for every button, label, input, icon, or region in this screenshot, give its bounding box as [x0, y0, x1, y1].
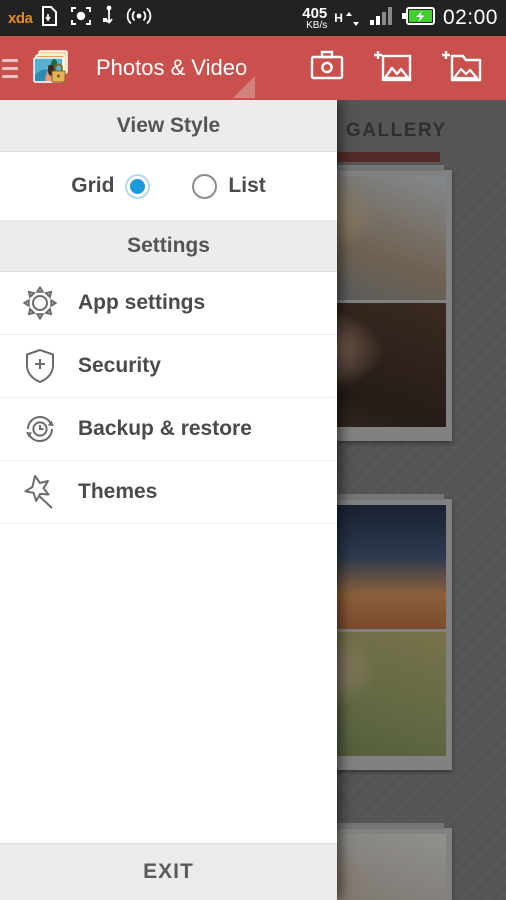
status-bar-clock: 02:00: [442, 6, 498, 29]
radio-list[interactable]: [192, 173, 218, 199]
usb-icon: [101, 5, 117, 32]
screenshot-icon: [70, 6, 92, 31]
add-album-button[interactable]: [442, 49, 482, 88]
shield-plus-icon: [12, 347, 68, 385]
radio-grid[interactable]: [125, 173, 151, 199]
view-style-header: View Style: [0, 100, 337, 152]
menu-item-label: Themes: [78, 480, 158, 503]
menu-item-label: Backup & restore: [78, 417, 252, 440]
menu-item-label: Security: [78, 354, 161, 377]
sdcard-usb-icon: [41, 5, 61, 32]
network-speed-value: 405: [302, 4, 328, 22]
data-transfer-arrows-icon: [345, 12, 359, 26]
menu-item-security[interactable]: Security: [0, 335, 337, 398]
title-overflow-triangle: [233, 76, 255, 98]
navigation-drawer: View Style Grid List Settings App settin…: [0, 97, 337, 900]
menu-item-label: App settings: [78, 291, 206, 314]
network-speed-indicator: 405 KB/s: [302, 6, 327, 31]
exit-button[interactable]: EXIT: [0, 843, 337, 900]
network-type-indicator: H: [334, 8, 362, 28]
settings-header: Settings: [0, 220, 337, 272]
photo-vault-app-icon: [30, 47, 72, 89]
app-root: xda 405 KB/s H 02:00 Photos & Video GALL…: [0, 0, 506, 900]
menu-item-backup-restore[interactable]: Backup & restore: [0, 398, 337, 461]
network-speed-unit: KB/s: [306, 19, 328, 31]
backup-restore-icon: [12, 410, 68, 448]
status-bar-left: xda: [8, 5, 152, 32]
view-style-option-grid[interactable]: Grid: [71, 173, 151, 199]
view-style-option-list[interactable]: List: [192, 173, 266, 199]
page-title: Photos & Video: [96, 55, 248, 80]
menu-item-themes[interactable]: Themes: [0, 461, 337, 524]
magic-wand-star-icon: [12, 472, 68, 512]
signal-bars-icon: [369, 6, 395, 31]
status-bar: xda 405 KB/s H 02:00: [0, 0, 506, 36]
hamburger-menu-icon[interactable]: [0, 58, 22, 78]
xda-brand-label: xda: [8, 9, 33, 27]
camera-button[interactable]: [310, 50, 344, 87]
status-bar-right: 405 KB/s H 02:00: [302, 6, 498, 31]
action-bar-actions: [310, 49, 506, 88]
drawer-empty-space: [0, 524, 337, 843]
network-type-label: H: [334, 10, 343, 25]
battery-charging-icon: [401, 6, 436, 31]
view-style-list-label: List: [228, 174, 266, 197]
menu-item-app-settings[interactable]: App settings: [0, 272, 337, 335]
view-style-options: Grid List: [0, 152, 337, 220]
gear-icon: [12, 284, 68, 322]
wifi-hotspot-icon: [126, 6, 152, 31]
view-style-grid-label: Grid: [71, 174, 115, 197]
add-photo-button[interactable]: [374, 49, 412, 88]
